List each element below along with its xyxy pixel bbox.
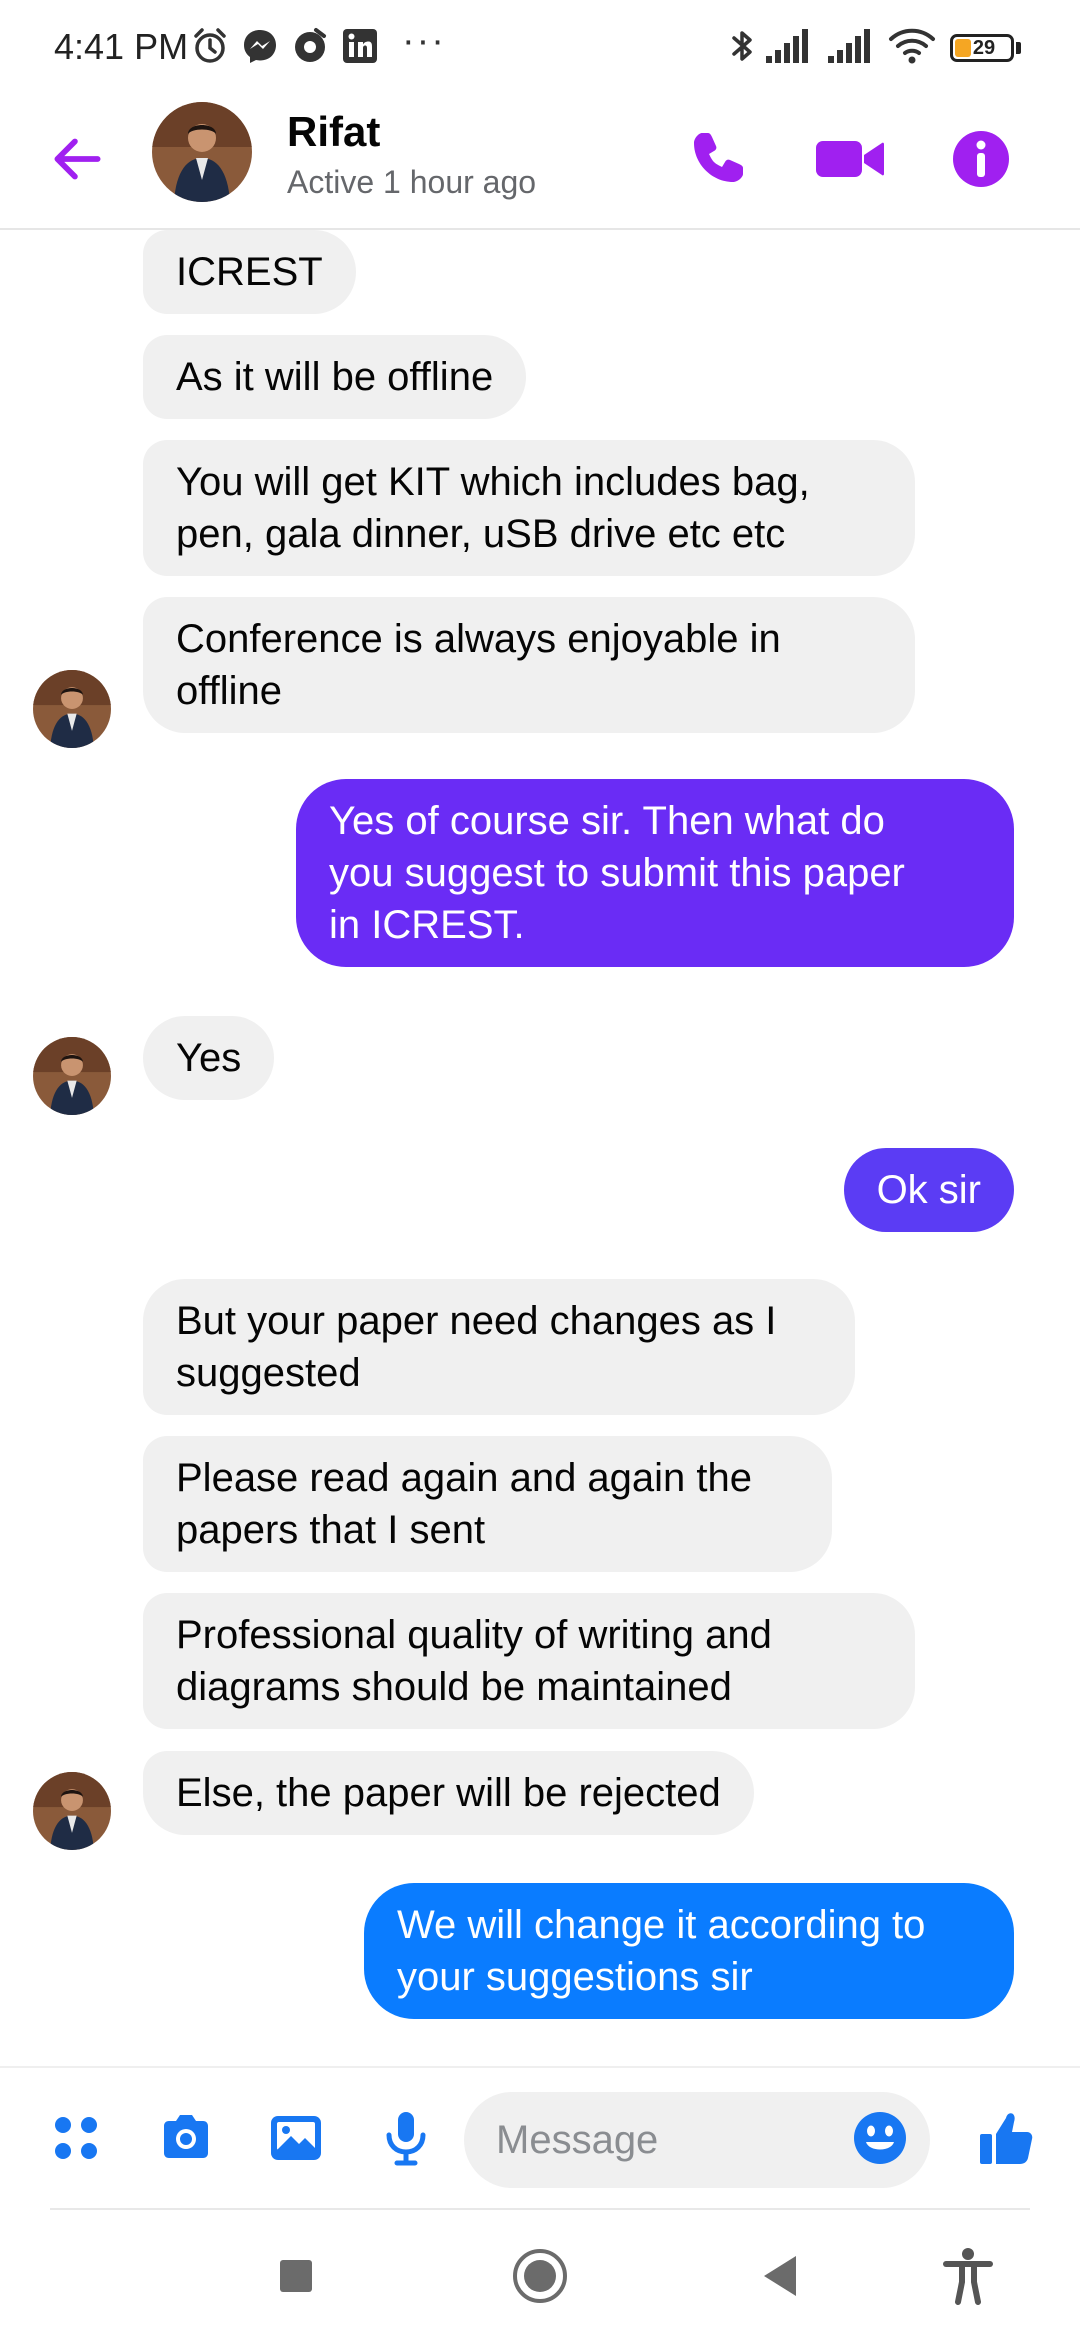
contact-active-status: Active 1 hour ago [287,164,537,200]
messenger-icon [244,30,276,63]
alarm-icon [194,28,226,63]
incoming-message[interactable]: Conference is always enjoyable in offlin… [143,597,915,733]
camera-icon[interactable] [156,2108,216,2168]
outgoing-message[interactable]: Yes of course sir. Then what do you sugg… [296,779,1014,967]
phone-icon[interactable] [682,124,752,194]
incoming-message[interactable]: Else, the paper will be rejected [143,1751,754,1835]
message-composer [0,2066,1080,2208]
messenger-chat-screen: 4:41 PM ··· 29 Rifat Active 1 hour ago I… [0,0,1080,2340]
incoming-message[interactable]: But your paper need changes as I suggest… [143,1279,855,1415]
sender-avatar[interactable] [33,1772,111,1850]
battery-cap [1016,42,1021,54]
back-arrow-icon[interactable] [46,128,108,190]
recent-apps-icon[interactable] [266,2246,326,2306]
menu-dots-icon[interactable] [46,2108,106,2168]
home-icon[interactable] [510,2246,570,2306]
video-camera-icon[interactable] [812,124,888,194]
bluetooth-icon [732,31,752,61]
accessibility-icon[interactable] [938,2246,998,2306]
chat-header: Rifat Active 1 hour ago [0,92,1080,230]
contact-name[interactable]: Rifat [287,108,380,156]
sender-photo [33,670,111,748]
gallery-icon[interactable] [266,2108,326,2168]
sender-avatar[interactable] [33,1037,111,1115]
outgoing-message[interactable]: We will change it according to your sugg… [364,1883,1014,2019]
contact-photo [152,102,252,202]
linkedin-icon [343,29,377,63]
incoming-message[interactable]: Please read again and again the papers t… [143,1436,832,1572]
more-notifications-indicator: ··· [402,20,446,62]
battery-level-text: 29 [972,37,996,59]
sender-photo [33,1037,111,1115]
signal-icon [766,29,808,63]
status-time: 4:41 PM [54,26,189,67]
sender-photo [33,1772,111,1850]
incoming-message[interactable]: ICREST [143,230,356,314]
system-nav-bar [0,2210,1080,2340]
thumbs-up-icon[interactable] [976,2108,1036,2168]
incoming-message[interactable]: Professional quality of writing and diag… [143,1593,915,1729]
sender-avatar[interactable] [33,670,111,748]
signal-icon [828,29,870,63]
microphone-icon[interactable] [376,2108,436,2168]
back-icon[interactable] [750,2246,810,2306]
notification-app-icon [295,28,326,62]
wifi-icon [889,28,935,64]
incoming-message[interactable]: Yes [143,1016,275,1100]
emoji-icon[interactable] [852,2110,908,2166]
outgoing-message[interactable]: Ok sir [843,1148,1014,1232]
status-bar: 4:41 PM ··· 29 [0,0,1080,92]
incoming-message[interactable]: You will get KIT which includes bag, pen… [143,440,915,576]
info-icon[interactable] [946,124,1016,194]
contact-avatar[interactable] [152,102,252,202]
incoming-message[interactable]: As it will be offline [143,335,527,419]
